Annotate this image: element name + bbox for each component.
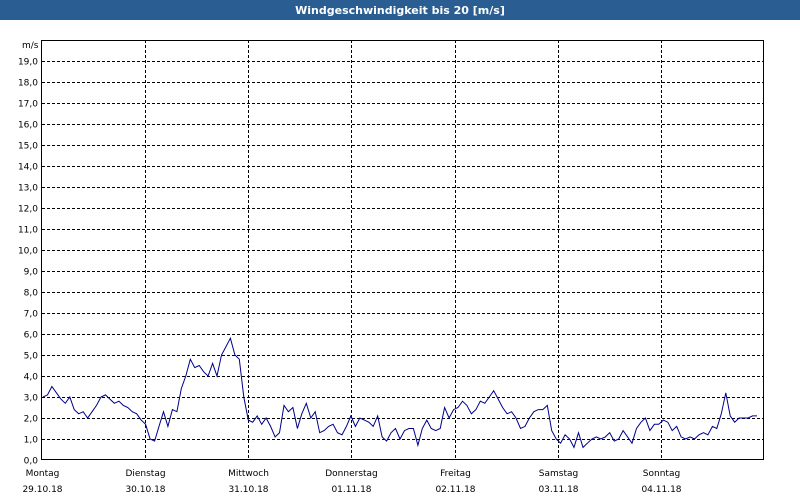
y-tick-label: 0,0 [24, 457, 39, 467]
y-tick-label: 14,0 [18, 163, 38, 173]
x-day-label: Freitag [440, 469, 471, 479]
y-tick-label: 19,0 [18, 58, 38, 68]
x-date-label: 29.10.18 [22, 485, 62, 495]
x-date-label: 31.10.18 [228, 485, 268, 495]
y-tick-label: 1,0 [24, 436, 39, 446]
x-day-label: Dienstag [125, 469, 165, 479]
y-tick-label: 11,0 [18, 226, 38, 236]
y-tick-label: 18,0 [18, 79, 38, 89]
y-tick-label: 9,0 [24, 268, 39, 278]
y-tick-label: 7,0 [24, 310, 39, 320]
x-date-label: 02.11.18 [435, 485, 475, 495]
y-tick-label: 3,0 [24, 394, 39, 404]
chart-title: Windgeschwindigkeit bis 20 [m/s] [0, 0, 800, 20]
y-tick-label: 8,0 [24, 289, 39, 299]
x-day-label: Mittwoch [228, 469, 269, 479]
y-tick-label: 16,0 [18, 121, 38, 131]
x-day-label: Donnerstag [325, 469, 378, 479]
x-day-label: Montag [26, 469, 60, 479]
y-tick-label: 2,0 [24, 415, 39, 425]
y-tick-label: 10,0 [18, 247, 38, 257]
y-tick-label: 15,0 [18, 142, 38, 152]
x-date-label: 01.11.18 [331, 485, 371, 495]
x-date-label: 03.11.18 [538, 485, 578, 495]
y-tick-label: 17,0 [18, 100, 38, 110]
x-date-label: 30.10.18 [125, 485, 165, 495]
x-axis-labels: Montag 29.10.18 Dienstag 30.10.18 Mittwoch 31… [22, 469, 681, 495]
y-tick-label: 12,0 [18, 205, 38, 215]
y-tick-label: 5,0 [24, 352, 39, 362]
wind-speed-chart: m/s 0,0 1,0 2,0 3,0 4,0 5,0 6,0 7,0 8,0 9,0 10,0 11… [18, 40, 764, 495]
x-date-label: 04.11.18 [641, 485, 681, 495]
y-tick-label: 13,0 [18, 184, 38, 194]
y-tick-label: 4,0 [24, 373, 39, 383]
grid-layer [42, 40, 764, 460]
wind-speed-series-line [42, 336, 757, 449]
y-axis-unit-label: m/s [22, 41, 39, 51]
x-day-label: Samstag [539, 469, 578, 479]
y-tick-label: 6,0 [24, 331, 39, 341]
y-tick-labels: 0,0 1,0 2,0 3,0 4,0 5,0 6,0 7,0 8,0 9,0 10,0 11,0 12… [18, 58, 38, 467]
x-day-label: Sonntag [643, 469, 680, 479]
